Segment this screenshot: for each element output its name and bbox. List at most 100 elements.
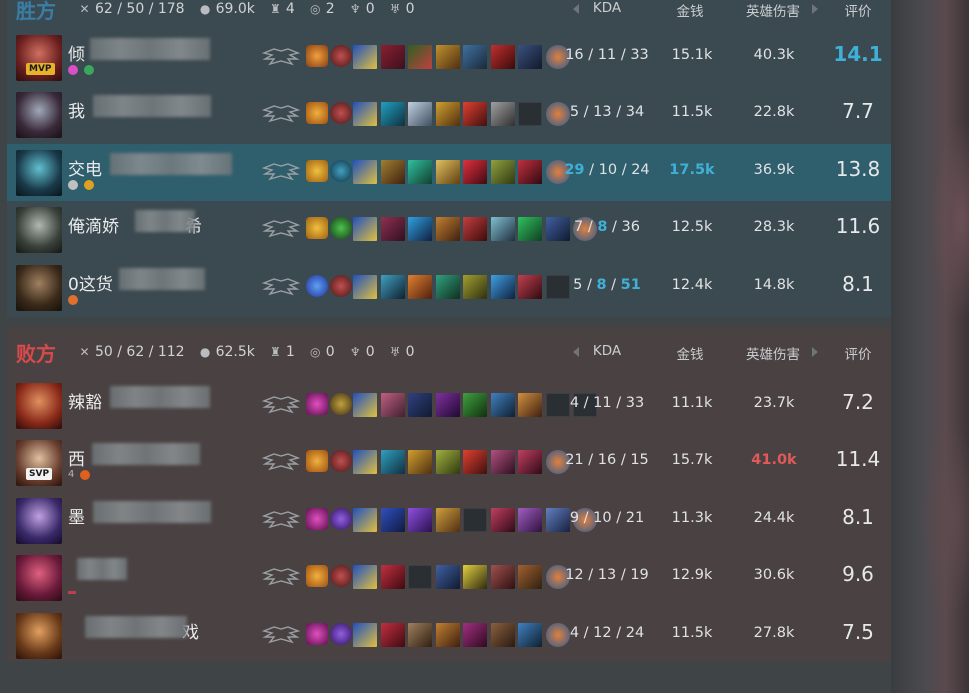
item-icon[interactable]	[353, 102, 377, 126]
item-icon[interactable]	[380, 102, 405, 126]
item-icon[interactable]	[435, 393, 460, 417]
name-blur	[77, 558, 127, 580]
arrow-left-icon[interactable]	[573, 347, 579, 357]
item-icon[interactable]	[490, 160, 515, 184]
player-row[interactable]: 戏 4 / 12 / 24 11.5k 27.8k 7.5	[7, 607, 891, 664]
item-icon[interactable]	[463, 217, 487, 241]
item-icon[interactable]	[518, 45, 542, 69]
champion-avatar	[16, 92, 62, 138]
item-icon[interactable]	[380, 275, 405, 299]
item-icon[interactable]	[408, 393, 432, 417]
item-icon[interactable]	[463, 160, 487, 184]
player-name[interactable]: 墨	[68, 503, 85, 528]
item-icon[interactable]	[490, 393, 515, 417]
item-icon[interactable]	[380, 450, 405, 474]
player-row[interactable]: 0这货 5 / 8 / 51 12.4k 14.8k 8.1	[7, 259, 891, 316]
item-icon[interactable]	[518, 275, 542, 299]
player-row[interactable]: 我 5 / 13 / 34 11.5k 22.8k 7.7	[7, 86, 891, 143]
score-value: 8.1	[842, 505, 874, 529]
item-icon[interactable]	[380, 508, 405, 532]
item-icon[interactable]	[408, 508, 432, 532]
item-icon[interactable]	[518, 508, 542, 532]
item-icon[interactable]	[518, 450, 542, 474]
item-icon[interactable]	[435, 565, 460, 589]
player-row[interactable]: MVP 倾 16 / 11 / 33 15.1k 40.3k 14.1	[7, 29, 891, 86]
item-icon[interactable]	[435, 217, 460, 241]
item-icon[interactable]	[380, 623, 405, 647]
item-icon[interactable]	[435, 160, 460, 184]
item-icon[interactable]	[463, 393, 487, 417]
item-icon[interactable]	[490, 102, 515, 126]
item-icon[interactable]	[353, 45, 377, 69]
player-name[interactable]: 我	[68, 97, 85, 122]
item-icon[interactable]	[408, 217, 432, 241]
item-icon[interactable]	[490, 565, 515, 589]
item-icon[interactable]	[408, 275, 432, 299]
item-icon[interactable]	[408, 160, 432, 184]
item-icon[interactable]	[463, 102, 487, 126]
item-icon[interactable]	[380, 393, 405, 417]
player-name[interactable]: 辣豁	[68, 388, 102, 413]
item-icon[interactable]	[518, 393, 542, 417]
item-icon[interactable]	[463, 45, 487, 69]
item-icon[interactable]	[353, 565, 377, 589]
item-icon[interactable]	[408, 45, 432, 69]
dragon-icon: ◎	[310, 1, 321, 16]
item-icon[interactable]	[518, 623, 542, 647]
item-icon[interactable]	[353, 508, 377, 532]
item-icon[interactable]	[463, 565, 487, 589]
player-row[interactable]: 俺滴娇希 7 / 8 / 36 12.5k 28.3k 11.6	[7, 201, 891, 258]
item-icon[interactable]	[353, 450, 377, 474]
player-row-highlighted[interactable]: 交电 29 / 10 / 24 17.5k 36.9k 13.8	[7, 144, 891, 201]
item-icon[interactable]	[435, 102, 460, 126]
item-icon[interactable]	[490, 450, 515, 474]
player-name[interactable]: 倾	[68, 40, 85, 65]
item-icon[interactable]	[463, 450, 487, 474]
name-blur	[92, 443, 200, 465]
item-icon[interactable]	[408, 450, 432, 474]
item-icon[interactable]	[353, 217, 377, 241]
item-icon[interactable]	[408, 102, 432, 126]
item-icon[interactable]	[463, 275, 487, 299]
rune-secondary-icon	[330, 508, 352, 530]
arrow-left-icon[interactable]	[573, 4, 579, 14]
item-icon[interactable]	[353, 393, 377, 417]
col-score: 评价	[844, 4, 872, 20]
item-icon[interactable]	[380, 160, 405, 184]
item-icon[interactable]	[490, 275, 515, 299]
fire-icon	[80, 470, 91, 480]
item-icon[interactable]	[435, 508, 460, 532]
item-icon[interactable]	[490, 45, 515, 69]
item-icon[interactable]	[435, 45, 460, 69]
player-name[interactable]: 交电	[68, 155, 102, 180]
item-icon[interactable]	[408, 623, 432, 647]
item-icon[interactable]	[353, 160, 377, 184]
item-icon[interactable]	[380, 565, 405, 589]
kda-value: 7 / 8 / 36	[574, 219, 640, 235]
item-icon[interactable]	[518, 160, 542, 184]
arrow-right-icon[interactable]	[812, 347, 818, 357]
item-icon[interactable]	[463, 623, 487, 647]
player-row[interactable]: 墨 9 / 10 / 21 11.3k 24.4k 8.1	[7, 492, 891, 549]
kda-value: 16 / 11 / 33	[565, 47, 649, 63]
player-row[interactable]: 辣豁 4 / 11 / 33 11.1k 23.7k 7.2	[7, 377, 891, 434]
item-icon[interactable]	[518, 217, 542, 241]
item-icon[interactable]	[380, 217, 405, 241]
team-gold: 69.0k	[215, 1, 255, 17]
player-row[interactable]: SVP 西 4 21 / 16 / 15 15.7k 41.0k 11.4	[7, 434, 891, 491]
player-row[interactable]: 12 / 13 / 19 12.9k 30.6k 9.6	[7, 549, 891, 606]
item-icon[interactable]	[353, 623, 377, 647]
item-icon[interactable]	[435, 275, 460, 299]
player-name[interactable]: 西	[68, 445, 85, 470]
item-icon[interactable]	[518, 565, 542, 589]
arrow-right-icon[interactable]	[812, 4, 818, 14]
item-icon[interactable]	[435, 450, 460, 474]
item-icon[interactable]	[380, 45, 405, 69]
player-name[interactable]: 0这货	[68, 270, 113, 295]
item-icon[interactable]	[490, 623, 515, 647]
col-kda: KDA	[592, 0, 622, 16]
item-icon[interactable]	[490, 217, 515, 241]
item-icon[interactable]	[353, 275, 377, 299]
item-icon[interactable]	[490, 508, 515, 532]
item-icon[interactable]	[435, 623, 460, 647]
